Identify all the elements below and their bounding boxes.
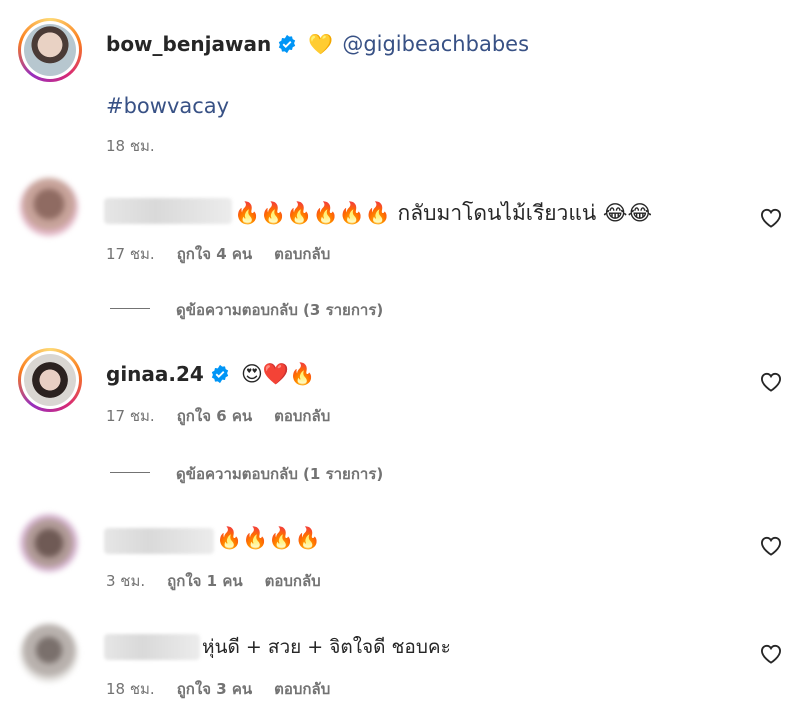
comment-text: 🔥🔥🔥🔥 [216, 526, 321, 550]
view-replies-button[interactable]: ดูข้อความตอบกลับ (3 รายการ) [176, 298, 383, 322]
comment-text: 🔥🔥🔥🔥🔥🔥 กลับมาโดนไม้เรียวแน่ 😂😂 [234, 201, 652, 225]
reply-button[interactable]: ตอบกลับ [274, 407, 330, 425]
mention-link[interactable]: @gigibeachbabes [342, 32, 529, 56]
comment-likes[interactable]: ถูกใจ 6 คน [177, 407, 252, 425]
comment-time: 3 ชม. [106, 572, 146, 590]
comment-time: 18 ชม. [106, 680, 155, 698]
reply-button[interactable]: ตอบกลับ [274, 680, 330, 698]
heart-icon[interactable] [760, 208, 782, 228]
comment-meta: 3 ชม. ถูกใจ 1 คน ตอบกลับ [106, 569, 343, 593]
comment-meta: 18 ชม. ถูกใจ 3 คน ตอบกลับ [106, 677, 352, 701]
comment-avatar[interactable] [20, 178, 78, 236]
comment-text: 😍❤️🔥 [240, 362, 316, 386]
caption-time: 18 ชม. [106, 137, 155, 155]
comment-avatar[interactable] [20, 514, 78, 572]
comment-username[interactable]: ginaa.24 [106, 362, 204, 386]
heart-icon[interactable] [760, 644, 782, 664]
comment-likes[interactable]: ถูกใจ 3 คน [177, 680, 252, 698]
caption-avatar[interactable] [18, 18, 82, 82]
avatar-photo [24, 24, 76, 76]
comment-time: 17 ชม. [106, 407, 155, 425]
comment-likes[interactable]: ถูกใจ 1 คน [167, 572, 242, 590]
view-replies-divider [110, 472, 150, 473]
comment-username-blurred[interactable] [104, 634, 200, 660]
comment-header-line: ginaa.24 😍❤️🔥 [106, 362, 315, 387]
comment-username-blurred[interactable] [104, 528, 214, 554]
comment-avatar[interactable] [20, 624, 78, 682]
view-replies-button[interactable]: ดูข้อความตอบกลับ (1 รายการ) [176, 462, 383, 486]
view-replies-divider [110, 308, 150, 309]
avatar-photo [24, 354, 76, 406]
comment-meta: 17 ชม. ถูกใจ 4 คน ตอบกลับ [106, 242, 352, 266]
comment-time: 17 ชม. [106, 245, 155, 263]
comment-likes[interactable]: ถูกใจ 4 คน [177, 245, 252, 263]
heart-emoji: 💛 [308, 32, 334, 56]
reply-button[interactable]: ตอบกลับ [274, 245, 330, 263]
verified-icon [211, 364, 229, 384]
comment-text: หุ่นดี + สวย + จิตใจดี ชอบคะ [202, 636, 451, 658]
verified-icon [279, 34, 296, 54]
comment-username-blurred[interactable] [104, 198, 232, 224]
hashtag-link[interactable]: #bowvacay [106, 94, 229, 118]
comment-avatar[interactable] [18, 348, 82, 412]
caption-header-line: bow_benjawan 💛 @gigibeachbabes [106, 32, 529, 62]
caption-username[interactable]: bow_benjawan [106, 32, 271, 56]
comment-meta: 17 ชม. ถูกใจ 6 คน ตอบกลับ [106, 404, 352, 428]
heart-icon[interactable] [760, 372, 782, 392]
heart-icon[interactable] [760, 536, 782, 556]
reply-button[interactable]: ตอบกลับ [265, 572, 321, 590]
